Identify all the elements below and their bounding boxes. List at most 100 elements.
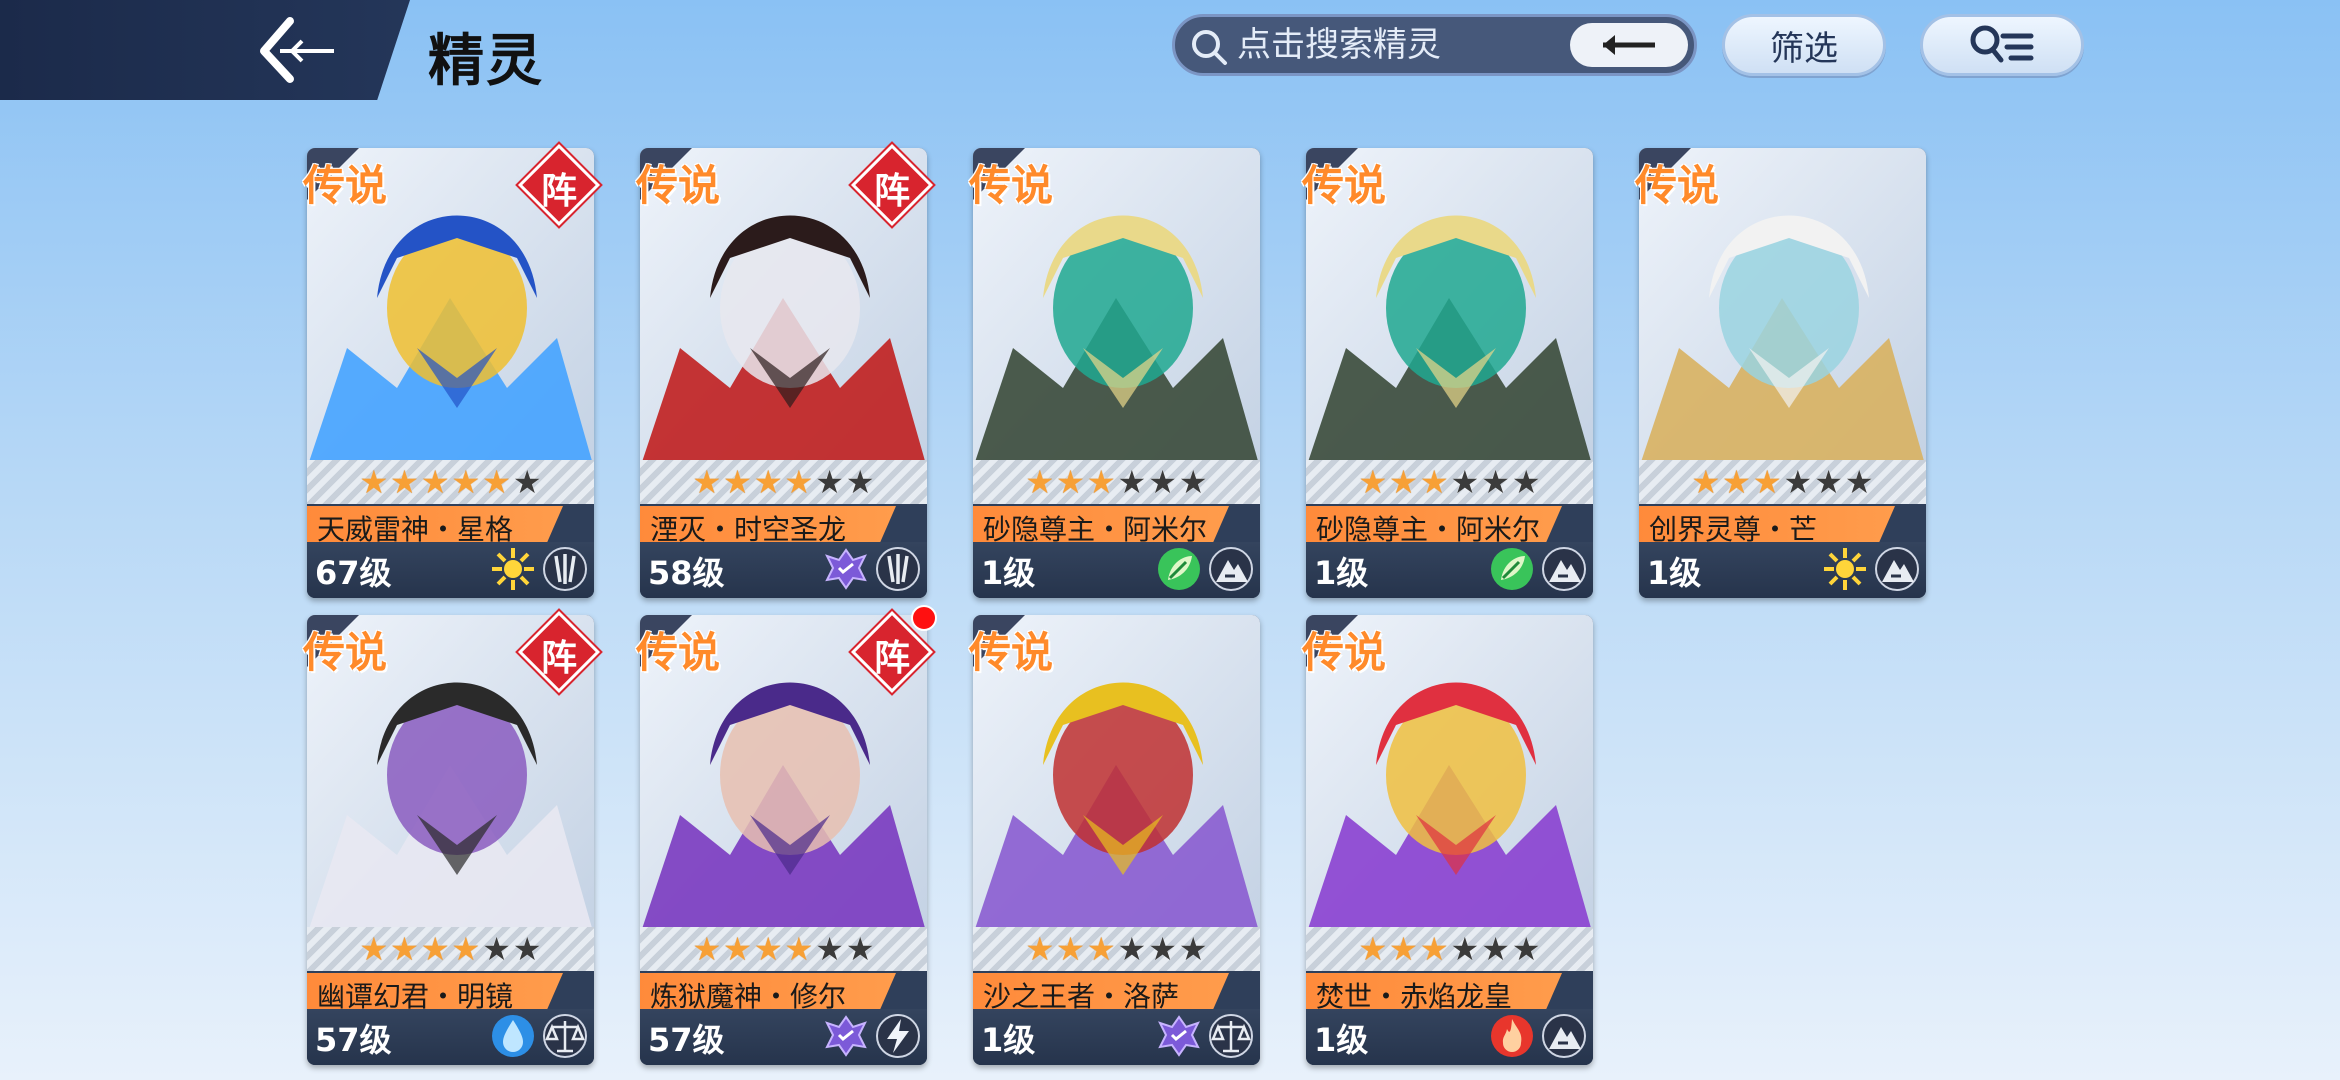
star-icon: ★ bbox=[753, 930, 783, 968]
star-icon: ★ bbox=[1814, 463, 1843, 501]
star-icon: ★ bbox=[784, 930, 814, 968]
star-icon: ★ bbox=[1178, 463, 1208, 501]
star-icon: ★ bbox=[692, 930, 722, 968]
star-icon: ★ bbox=[784, 463, 814, 501]
spirit-card[interactable]: ★ ★ ★ ★ ★ ★ 传说 沙之王者・洛萨 1级 bbox=[969, 615, 1260, 1065]
star-icon: ★ bbox=[1178, 930, 1208, 968]
star-rating: ★ ★ ★ ★ ★ ★ bbox=[307, 460, 594, 504]
star-icon: ★ bbox=[1056, 930, 1085, 968]
star-icon: ★ bbox=[1148, 463, 1177, 501]
star-icon: ★ bbox=[1511, 930, 1541, 968]
spirit-level: 57级 bbox=[315, 1021, 392, 1059]
light-icon bbox=[490, 546, 536, 592]
star-icon: ★ bbox=[1450, 930, 1480, 968]
mountain-icon bbox=[1208, 546, 1254, 592]
star-rating: ★ ★ ★ ★ ★ ★ bbox=[1306, 927, 1593, 971]
star-icon: ★ bbox=[512, 463, 542, 501]
star-rating: ★ ★ ★ ★ ★ ★ bbox=[973, 460, 1260, 504]
formation-label: 阵 bbox=[540, 638, 577, 679]
star-icon: ★ bbox=[1358, 930, 1388, 968]
star-icon: ★ bbox=[1419, 930, 1449, 968]
light-icon bbox=[1822, 546, 1868, 592]
spirit-level: 1级 bbox=[1314, 1021, 1369, 1059]
star-rating: ★ ★ ★ ★ ★ ★ bbox=[640, 927, 927, 971]
star-icon: ★ bbox=[1086, 463, 1116, 501]
arrow-left-icon bbox=[1603, 35, 1655, 55]
thunder-icon bbox=[875, 1013, 921, 1059]
star-icon: ★ bbox=[1389, 930, 1418, 968]
star-icon: ★ bbox=[1419, 463, 1449, 501]
rarity-label: 传说 bbox=[636, 628, 721, 677]
shadow-icon bbox=[823, 1013, 869, 1059]
search-bar[interactable] bbox=[1172, 14, 1697, 76]
rarity-label: 传说 bbox=[303, 628, 388, 677]
star-icon: ★ bbox=[1086, 930, 1116, 968]
star-rating: ★ ★ ★ ★ ★ ★ bbox=[640, 460, 927, 504]
star-icon: ★ bbox=[1117, 930, 1147, 968]
rarity-label: 传说 bbox=[969, 628, 1054, 677]
star-icon: ★ bbox=[420, 930, 450, 968]
rarity-label: 传说 bbox=[969, 161, 1054, 210]
star-icon: ★ bbox=[1389, 463, 1418, 501]
star-icon: ★ bbox=[1783, 463, 1813, 501]
spirit-name: 砂隐尊主・阿米尔 bbox=[1316, 513, 1541, 546]
star-icon: ★ bbox=[451, 463, 481, 501]
water-icon bbox=[490, 1013, 536, 1059]
star-icon: ★ bbox=[482, 930, 511, 968]
spirit-name: 天威雷神・星格 bbox=[317, 513, 514, 546]
shadow-icon bbox=[1156, 1013, 1202, 1059]
shadow-icon bbox=[823, 546, 869, 592]
balance-icon bbox=[542, 1013, 588, 1059]
star-icon: ★ bbox=[359, 930, 389, 968]
mountain-icon bbox=[1541, 546, 1587, 592]
fire-icon bbox=[1489, 1013, 1535, 1059]
star-icon: ★ bbox=[1481, 930, 1510, 968]
spirit-level: 57级 bbox=[648, 1021, 725, 1059]
spirit-card[interactable]: ★ ★ ★ ★ ★ ★ 传说 创界灵尊・芒 1级 bbox=[1635, 148, 1926, 598]
search-input[interactable] bbox=[1237, 25, 1567, 65]
spirit-card[interactable]: ★ ★ ★ ★ ★ ★ 传说 砂隐尊主・阿米尔 1级 bbox=[1302, 148, 1593, 598]
back-arrow-icon bbox=[260, 17, 334, 83]
star-icon: ★ bbox=[723, 463, 752, 501]
notification-dot bbox=[911, 605, 937, 631]
spirit-name: 幽谭幻君・明镜 bbox=[317, 980, 514, 1013]
spirit-level: 1级 bbox=[981, 1021, 1036, 1059]
formation-label: 阵 bbox=[540, 171, 577, 212]
sort-search-button[interactable] bbox=[1920, 14, 2084, 76]
search-icon bbox=[1192, 30, 1227, 65]
spirit-level: 1级 bbox=[981, 554, 1036, 592]
star-icon: ★ bbox=[1691, 463, 1721, 501]
star-icon: ★ bbox=[451, 930, 481, 968]
star-rating: ★ ★ ★ ★ ★ ★ bbox=[307, 927, 594, 971]
star-icon: ★ bbox=[1511, 463, 1541, 501]
star-icon: ★ bbox=[692, 463, 722, 501]
claw-icon bbox=[875, 546, 921, 592]
claw-icon bbox=[542, 546, 588, 592]
search-clear-button[interactable] bbox=[1570, 23, 1688, 67]
spirit-name: 沙之王者・洛萨 bbox=[983, 980, 1180, 1013]
spirit-name: 创界灵尊・芒 bbox=[1649, 513, 1818, 546]
star-icon: ★ bbox=[1358, 463, 1388, 501]
spirit-card[interactable]: ★ ★ ★ ★ ★ ★ 传说 天威雷神・星格 67级 阵 bbox=[303, 143, 601, 598]
spirit-card[interactable]: ★ ★ ★ ★ ★ ★ 传说 炼狱魔神・修尔 57级 阵 bbox=[636, 605, 937, 1065]
star-icon: ★ bbox=[815, 463, 844, 501]
spirit-name: 焚世・赤焰龙皇 bbox=[1316, 980, 1513, 1013]
star-icon: ★ bbox=[420, 463, 450, 501]
filter-label: 筛选 bbox=[1770, 28, 1838, 69]
star-rating: ★ ★ ★ ★ ★ ★ bbox=[973, 927, 1260, 971]
spirit-card[interactable]: ★ ★ ★ ★ ★ ★ 传说 幽谭幻君・明镜 57级 阵 bbox=[303, 610, 601, 1065]
header-panel bbox=[0, 0, 410, 100]
spirit-card[interactable]: ★ ★ ★ ★ ★ ★ 传说 焚世・赤焰龙皇 1级 bbox=[1302, 615, 1593, 1065]
star-icon: ★ bbox=[390, 930, 419, 968]
filter-button[interactable]: 筛选 bbox=[1722, 14, 1886, 76]
star-icon: ★ bbox=[512, 930, 542, 968]
mountain-icon bbox=[1541, 1013, 1587, 1059]
spirit-card[interactable]: ★ ★ ★ ★ ★ ★ 传说 砂隐尊主・阿米尔 1级 bbox=[969, 148, 1260, 598]
rarity-label: 传说 bbox=[1635, 161, 1720, 210]
star-rating: ★ ★ ★ ★ ★ ★ bbox=[1639, 460, 1926, 504]
spirit-card[interactable]: ★ ★ ★ ★ ★ ★ 传说 湮灭・时空圣龙 58级 阵 bbox=[636, 143, 934, 598]
back-button[interactable] bbox=[245, 8, 345, 92]
star-icon: ★ bbox=[482, 463, 511, 501]
star-icon: ★ bbox=[1056, 463, 1085, 501]
rarity-label: 传说 bbox=[1302, 628, 1387, 677]
